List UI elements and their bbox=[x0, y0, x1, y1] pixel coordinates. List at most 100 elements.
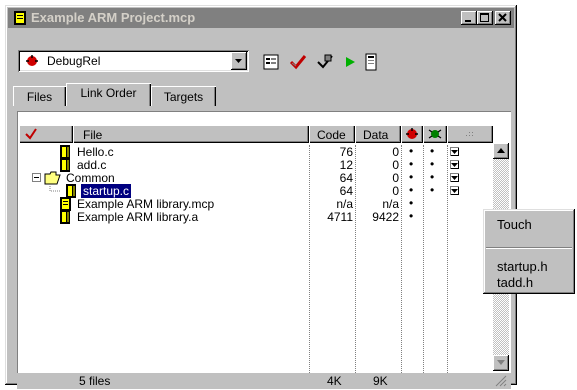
file-row[interactable]: Example ARM library.mcp n/a n/a • bbox=[19, 196, 493, 211]
interfaces-popup-button[interactable] bbox=[450, 147, 459, 156]
header-file-label: File bbox=[83, 128, 103, 142]
file-name: Hello.c bbox=[77, 145, 114, 159]
chevron-down-icon bbox=[451, 189, 458, 193]
project-file-icon bbox=[14, 11, 26, 25]
interfaces-popup-button[interactable] bbox=[450, 160, 459, 169]
c-source-file-icon bbox=[60, 158, 70, 172]
tab-link-order[interactable]: Link Order bbox=[66, 83, 151, 106]
column-header: File Code Data bbox=[19, 125, 493, 143]
target-select[interactable]: DebugRel bbox=[18, 50, 249, 72]
debug-enabled-dot[interactable]: • bbox=[409, 170, 413, 184]
synchronize-icon[interactable] bbox=[361, 52, 381, 72]
file-name: Example ARM library.mcp bbox=[77, 197, 215, 211]
debug-enabled-dot[interactable]: • bbox=[409, 144, 413, 158]
target-enabled-dot[interactable]: • bbox=[430, 170, 434, 184]
run-icon[interactable] bbox=[340, 52, 360, 72]
file-code-size: n/a bbox=[336, 197, 353, 211]
subproject-file-icon bbox=[60, 197, 71, 211]
target-value: DebugRel bbox=[47, 54, 101, 68]
file-row[interactable]: Hello.c 76 0 • • bbox=[19, 144, 493, 159]
file-code-size: 76 bbox=[339, 145, 353, 159]
tree-connector bbox=[49, 184, 61, 192]
target-bug-icon bbox=[428, 129, 442, 139]
check-syntax-icon[interactable] bbox=[288, 52, 308, 72]
file-list: Hello.c 76 0 • • add.c 12 0 • • Common 6… bbox=[19, 144, 493, 373]
library-file-icon bbox=[60, 210, 70, 224]
target-enabled-dot[interactable]: • bbox=[430, 157, 434, 171]
menu-item-tadd-h[interactable]: tadd.h bbox=[497, 275, 533, 290]
group-row[interactable]: Common 64 0 • • bbox=[19, 170, 493, 185]
file-code-size: 4711 bbox=[327, 210, 353, 224]
chevron-down-icon bbox=[451, 150, 458, 154]
target-settings-icon[interactable] bbox=[261, 52, 281, 72]
tab-files-label: Files bbox=[26, 90, 53, 104]
header-target[interactable] bbox=[423, 125, 447, 143]
menu-separator bbox=[486, 247, 572, 249]
c-source-file-icon bbox=[60, 145, 70, 159]
status-bar: 5 files 4K 9K bbox=[17, 373, 511, 389]
target-enabled-dot[interactable]: • bbox=[430, 144, 434, 158]
close-button[interactable] bbox=[495, 11, 511, 25]
minimize-icon bbox=[465, 20, 471, 22]
target-dropdown-button[interactable] bbox=[231, 52, 247, 70]
debug-enabled-dot[interactable]: • bbox=[409, 183, 413, 197]
scroll-down-button[interactable] bbox=[493, 355, 509, 371]
file-name: Example ARM library.a bbox=[77, 210, 199, 224]
header-file[interactable]: File bbox=[73, 125, 309, 143]
header-code-label: Code bbox=[317, 128, 346, 142]
interfaces-context-menu: Touch startup.h tadd.h bbox=[483, 209, 575, 294]
project-window: Example ARM Project.mcp DebugRel Files L… bbox=[5, 5, 517, 389]
folder-open-icon bbox=[44, 171, 61, 185]
scroll-up-button[interactable] bbox=[493, 143, 509, 159]
window-title: Example ARM Project.mcp bbox=[31, 10, 196, 25]
tab-files[interactable]: Files bbox=[13, 86, 66, 106]
debug-enabled-dot[interactable]: • bbox=[409, 157, 413, 171]
file-code-size: 12 bbox=[339, 158, 353, 172]
collapse-minus-icon[interactable] bbox=[32, 173, 41, 182]
minimize-button[interactable] bbox=[461, 11, 477, 25]
c-source-file-icon bbox=[66, 184, 76, 198]
file-row-selected[interactable]: startup.c 64 0 • • bbox=[19, 183, 493, 199]
data-total: 9K bbox=[373, 374, 388, 388]
file-code-size: 64 bbox=[339, 171, 353, 185]
file-data-size: 0 bbox=[392, 158, 399, 172]
title-bar[interactable]: Example ARM Project.mcp bbox=[8, 8, 514, 28]
file-data-size: n/a bbox=[382, 197, 399, 211]
make-icon[interactable] bbox=[315, 52, 335, 72]
header-touch-column[interactable] bbox=[19, 125, 73, 143]
header-interfaces[interactable] bbox=[447, 125, 493, 143]
menu-item-startup-h[interactable]: startup.h bbox=[497, 259, 548, 274]
debug-bug-icon bbox=[406, 128, 418, 139]
close-icon bbox=[498, 13, 507, 22]
tab-targets-label: Targets bbox=[163, 90, 204, 104]
target-enabled-dot[interactable]: • bbox=[430, 183, 434, 197]
interfaces-popup-button[interactable] bbox=[450, 173, 459, 182]
chevron-down-icon bbox=[451, 176, 458, 180]
chevron-up-icon bbox=[497, 148, 505, 153]
header-data-label: Data bbox=[363, 128, 389, 142]
tab-targets[interactable]: Targets bbox=[151, 86, 216, 106]
menu-item-touch[interactable]: Touch bbox=[497, 217, 532, 232]
chevron-down-icon bbox=[451, 163, 458, 167]
debug-enabled-dot[interactable]: • bbox=[409, 196, 413, 210]
file-row[interactable]: Example ARM library.a 4711 9422 • bbox=[19, 209, 493, 224]
file-name: add.c bbox=[77, 158, 107, 172]
file-data-size: 9422 bbox=[372, 210, 399, 224]
file-data-size: 0 bbox=[392, 145, 399, 159]
file-data-size: 0 bbox=[392, 171, 399, 185]
header-data[interactable]: Data bbox=[355, 125, 401, 143]
debug-enabled-dot[interactable]: • bbox=[409, 209, 413, 223]
file-code-size: 64 bbox=[339, 184, 353, 198]
file-data-size: 0 bbox=[392, 184, 399, 198]
group-name: Common bbox=[66, 171, 115, 185]
file-row[interactable]: add.c 12 0 • • bbox=[19, 157, 493, 172]
interfaces-popup-button[interactable] bbox=[450, 186, 459, 195]
debug-bug-icon bbox=[26, 55, 38, 66]
chevron-down-icon bbox=[235, 59, 242, 63]
header-debug[interactable] bbox=[401, 125, 423, 143]
header-code[interactable]: Code bbox=[309, 125, 355, 143]
resize-grip-icon[interactable] bbox=[495, 375, 507, 387]
maximize-button[interactable] bbox=[477, 11, 493, 25]
maximize-icon bbox=[480, 13, 489, 22]
file-count: 5 files bbox=[79, 374, 111, 388]
